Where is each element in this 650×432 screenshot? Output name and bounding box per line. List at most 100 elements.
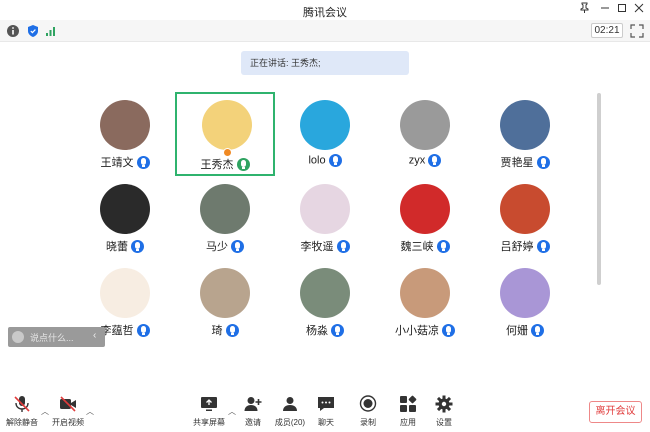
participant-tile[interactable]: 吕舒婷 xyxy=(475,176,575,260)
members-icon xyxy=(283,397,297,411)
participant-name: 王靖文 xyxy=(100,157,134,169)
mic-icon xyxy=(336,239,350,253)
participant-tile[interactable]: 李牧遥 xyxy=(275,176,375,260)
meeting-toolbar: 解除静音 ︿ 开启视频 ︿ 共享屏幕 ︿ 邀请 成员(20) 聊天 录制 应用 … xyxy=(0,392,650,432)
avatar xyxy=(100,100,150,150)
gear-icon xyxy=(435,395,453,413)
collapse-icon[interactable]: ‹ xyxy=(93,330,96,341)
participant-name-row: 何姗 xyxy=(475,322,575,338)
avatar xyxy=(500,268,550,318)
participant-tile[interactable]: zyx xyxy=(375,92,475,176)
mic-icon xyxy=(131,239,144,253)
apps-button[interactable]: 应用 xyxy=(396,394,420,430)
participant-name: lolo xyxy=(308,154,326,167)
mic-icon xyxy=(536,155,550,169)
participant-tile[interactable]: 魏三峡 xyxy=(375,176,475,260)
participant-name: 马少 xyxy=(206,241,228,253)
pin-icon[interactable] xyxy=(576,2,592,18)
invite-button[interactable]: 邀请 xyxy=(240,394,266,430)
avatar xyxy=(200,268,250,318)
participant-tile[interactable]: lolo xyxy=(275,92,375,176)
avatar xyxy=(300,268,350,318)
settings-button[interactable]: 设置 xyxy=(432,394,456,430)
participant-name-row: 杨淼 xyxy=(275,322,375,338)
audio-options-caret[interactable]: ︿ xyxy=(41,406,49,416)
chat-label: 聊天 xyxy=(318,418,334,427)
add-user-icon xyxy=(244,397,262,411)
avatar xyxy=(400,184,450,234)
mic-icon xyxy=(531,323,544,337)
participant-tile[interactable]: 马少 xyxy=(175,176,275,260)
window-title: 腾讯会议 xyxy=(303,7,347,19)
record-button[interactable]: 录制 xyxy=(356,394,380,430)
participant-name-row: 吕舒婷 xyxy=(475,238,575,254)
participant-tile[interactable]: 何姗 xyxy=(475,260,575,344)
members-label: 成员(20) xyxy=(274,418,306,427)
participant-name-row: lolo xyxy=(275,154,375,170)
start-video-button[interactable]: 开启视频 xyxy=(50,394,86,430)
leave-meeting-button[interactable]: 离开会议 xyxy=(589,401,642,423)
speaking-banner: 正在讲话: 王秀杰; xyxy=(241,51,409,75)
participant-name: 魏三峡 xyxy=(400,241,434,253)
shield-icon[interactable] xyxy=(26,24,40,38)
avatar xyxy=(300,100,350,150)
participant-tile[interactable]: 琦 xyxy=(175,260,275,344)
info-icon[interactable] xyxy=(6,24,20,38)
chat-button[interactable]: 聊天 xyxy=(314,394,338,430)
mic-icon xyxy=(136,155,150,169)
participant-tile[interactable]: 贾艳星 xyxy=(475,92,575,176)
participant-name-row: 晓蕾 xyxy=(75,238,175,254)
mic-icon xyxy=(442,323,455,337)
avatar xyxy=(500,184,550,234)
unmute-label: 解除静音 xyxy=(6,418,38,427)
participant-tile[interactable]: 王靖文 xyxy=(75,92,175,176)
muted-mic-icon xyxy=(14,396,30,412)
avatar xyxy=(200,184,250,234)
participant-tile[interactable]: 小小菇凉 xyxy=(375,260,475,344)
mic-icon xyxy=(536,239,550,253)
share-options-caret[interactable]: ︿ xyxy=(228,406,236,416)
avatar xyxy=(100,184,150,234)
status-bar: 02:21 xyxy=(0,20,650,42)
mic-icon xyxy=(236,157,250,171)
participant-name: 何姗 xyxy=(506,325,528,337)
invite-label: 邀请 xyxy=(245,418,261,427)
participant-name: 晓蕾 xyxy=(106,241,128,253)
participant-name: 琦 xyxy=(211,325,223,337)
close-icon[interactable] xyxy=(631,2,647,18)
participant-name: 小小菇凉 xyxy=(395,325,439,337)
participant-tile[interactable]: 王秀杰 xyxy=(175,92,275,176)
smile-icon xyxy=(12,331,24,343)
maximize-icon[interactable] xyxy=(614,2,630,18)
meeting-timer: 02:21 xyxy=(591,23,623,38)
camera-off-icon xyxy=(60,396,76,412)
participant-name-row: 李牧遥 xyxy=(275,238,375,254)
participant-name: 吕舒婷 xyxy=(500,241,534,253)
participant-name: 李牧遥 xyxy=(300,241,334,253)
participant-tile[interactable]: 晓蕾 xyxy=(75,176,175,260)
settings-label: 设置 xyxy=(436,418,452,427)
chat-icon xyxy=(318,397,334,411)
mic-icon xyxy=(331,323,344,337)
share-screen-label: 共享屏幕 xyxy=(193,418,225,427)
unmute-button[interactable]: 解除静音 xyxy=(4,394,40,430)
mic-icon xyxy=(328,154,342,167)
members-button[interactable]: 成员(20) xyxy=(274,394,306,430)
record-icon xyxy=(359,395,377,412)
video-options-caret[interactable]: ︿ xyxy=(86,406,94,416)
apps-label: 应用 xyxy=(400,418,416,427)
signal-icon[interactable] xyxy=(44,24,58,38)
participant-tile[interactable]: 杨淼 xyxy=(275,260,375,344)
chat-input[interactable]: 说点什么... ‹ xyxy=(8,327,105,347)
minimize-icon[interactable] xyxy=(597,2,613,18)
mic-icon xyxy=(225,323,239,337)
scrollbar[interactable] xyxy=(597,93,601,285)
participant-name: 王秀杰 xyxy=(200,159,234,171)
share-screen-button[interactable]: 共享屏幕 xyxy=(192,394,226,430)
mic-icon xyxy=(231,239,244,253)
participant-name-row: 琦 xyxy=(175,322,275,338)
share-screen-icon xyxy=(201,397,217,411)
avatar xyxy=(400,268,450,318)
record-label: 录制 xyxy=(360,418,376,427)
fullscreen-icon[interactable] xyxy=(630,24,644,38)
